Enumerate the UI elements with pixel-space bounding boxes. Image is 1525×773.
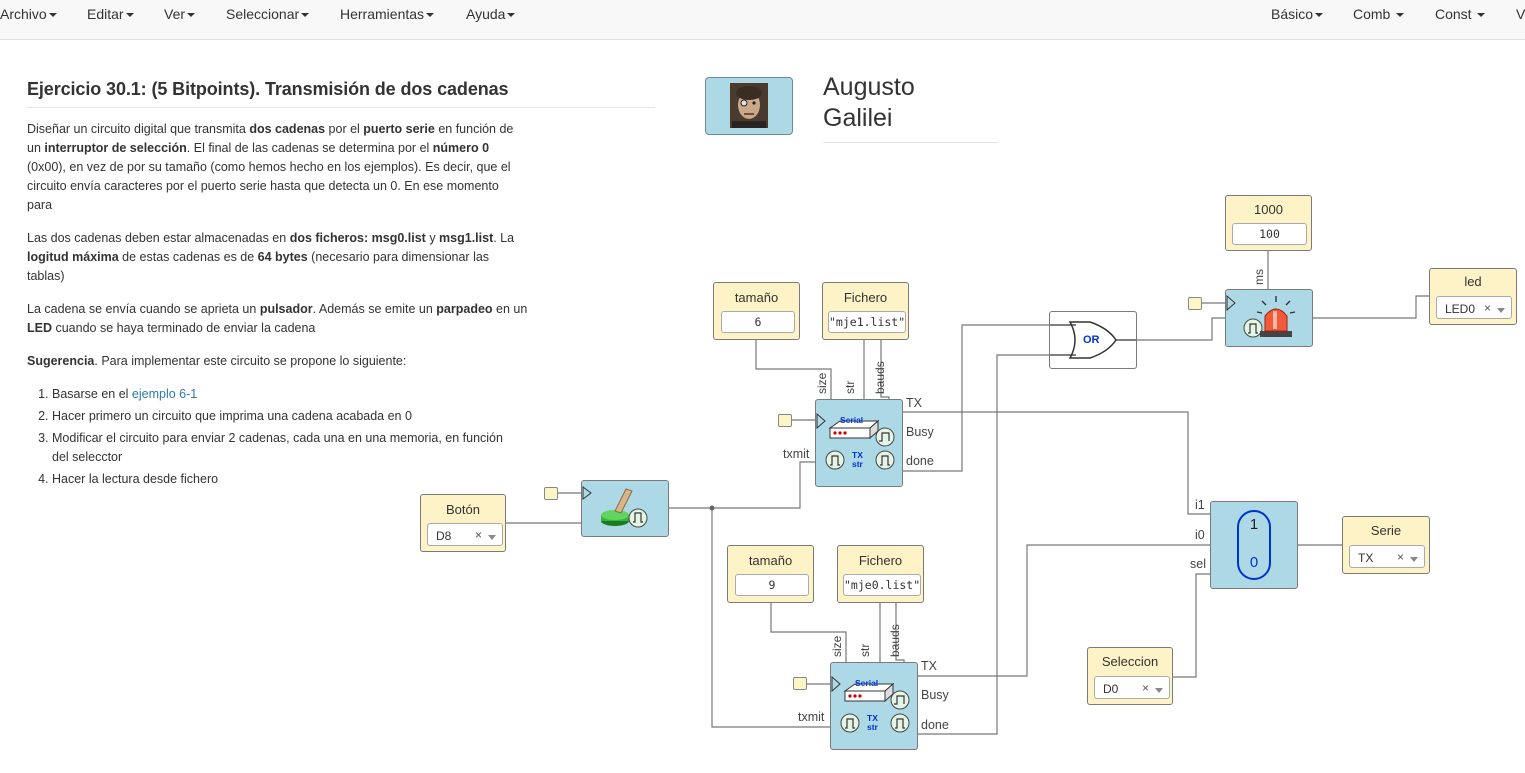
port-txmit-label: txmit [798, 710, 825, 724]
timer-input[interactable]: 100 [1232, 223, 1307, 245]
timer-label: 1000 [1254, 202, 1283, 217]
port-busy-label: Busy [906, 425, 934, 439]
seleccion-label: Seleccion [1101, 654, 1159, 669]
serie-select-value: TX [1358, 551, 1374, 565]
size-constant-1[interactable]: tamaño 6 [713, 282, 800, 340]
serial-tx-icon [831, 675, 910, 733]
clear-icon[interactable]: × [1397, 550, 1404, 564]
port-done-label: done [921, 718, 949, 732]
serie-select[interactable]: TX × [1349, 545, 1425, 568]
serial-title: Serial [840, 415, 864, 425]
pushbutton-block[interactable] [581, 480, 669, 537]
file-input[interactable]: "mje1.list" [828, 311, 906, 333]
clear-icon[interactable]: × [1484, 301, 1491, 315]
trigger-input[interactable] [778, 414, 792, 427]
port-sel-label: sel [1190, 557, 1206, 571]
serial-tx-block-0[interactable]: Serial TX str [830, 662, 918, 750]
led-label: led [1464, 274, 1482, 289]
boton-select[interactable]: D8 × [427, 523, 503, 546]
size-input[interactable]: 9 [735, 574, 809, 596]
boton-select-value: D8 [436, 529, 452, 543]
serial-title: Serial [855, 678, 879, 688]
blink-timer-block[interactable] [1225, 289, 1313, 347]
port-size-label: size [815, 372, 829, 394]
port-bauds-label: bauds [888, 624, 902, 657]
led-select-value: LED0 [1445, 302, 1476, 316]
pushbutton-icon [582, 486, 648, 528]
chevron-down-icon [1155, 688, 1163, 693]
size-label: tamaño [748, 553, 793, 568]
boton-label: Botón [446, 502, 480, 517]
boton-input[interactable]: Botón D8 × [420, 494, 506, 552]
port-i0-label: i0 [1195, 528, 1205, 542]
port-busy-label: Busy [921, 688, 949, 702]
size-label: tamaño [734, 290, 779, 305]
port-done-label: done [906, 454, 934, 468]
alarm-light-icon [1226, 294, 1296, 338]
file-label: Fichero [843, 290, 888, 305]
timer-constant[interactable]: 1000 100 [1225, 195, 1312, 251]
serial-tx-block-1[interactable]: Serial TX str [815, 399, 903, 487]
port-i1-label: i1 [1195, 498, 1205, 512]
port-str-label: str [843, 380, 857, 394]
file-constant-0[interactable]: Fichero "mje0.list" [837, 545, 924, 603]
mux-block[interactable]: 1 0 [1210, 501, 1298, 589]
port-str-label: str [858, 643, 872, 657]
mux-input-0-label: 0 [1249, 554, 1259, 571]
file-label: Fichero [858, 553, 903, 568]
chevron-down-icon [488, 535, 496, 540]
serial-str-text: str [852, 459, 863, 469]
chevron-down-icon [1410, 557, 1418, 562]
trigger-input[interactable] [544, 487, 558, 500]
file-constant-1[interactable]: Fichero "mje1.list" [822, 282, 909, 340]
seleccion-select[interactable]: D0 × [1094, 676, 1170, 699]
or-label: OR [1083, 334, 1100, 346]
trigger-input[interactable] [793, 677, 807, 690]
port-tx-label: TX [921, 659, 937, 673]
serial-str-text: str [867, 722, 878, 732]
serie-output[interactable]: Serie TX × [1342, 516, 1430, 574]
seleccion-input[interactable]: Seleccion D0 × [1087, 647, 1173, 705]
seleccion-select-value: D0 [1103, 682, 1119, 696]
clear-icon[interactable]: × [1142, 681, 1149, 695]
led-select[interactable]: LED0 × [1436, 296, 1512, 319]
serie-label: Serie [1370, 523, 1402, 538]
size-input[interactable]: 6 [721, 311, 795, 333]
port-size-label: size [830, 635, 844, 657]
trigger-input[interactable] [1188, 297, 1202, 310]
chevron-down-icon [1497, 308, 1505, 313]
led-output[interactable]: led LED0 × [1429, 268, 1517, 325]
wire-junction [709, 505, 715, 511]
serial-tx-icon [816, 412, 895, 470]
file-input[interactable]: "mje0.list" [843, 574, 921, 596]
port-bauds-label: bauds [873, 361, 887, 394]
port-tx-label: TX [906, 396, 922, 410]
port-ms-label: ms [1252, 269, 1266, 285]
clear-icon[interactable]: × [475, 528, 482, 542]
or-gate-block[interactable]: OR [1049, 311, 1137, 369]
circuit-wires [505, 250, 1430, 735]
port-txmit-label: txmit [783, 447, 810, 461]
mux-input-1-label: 1 [1249, 516, 1259, 533]
size-constant-0[interactable]: tamaño 9 [727, 545, 814, 603]
